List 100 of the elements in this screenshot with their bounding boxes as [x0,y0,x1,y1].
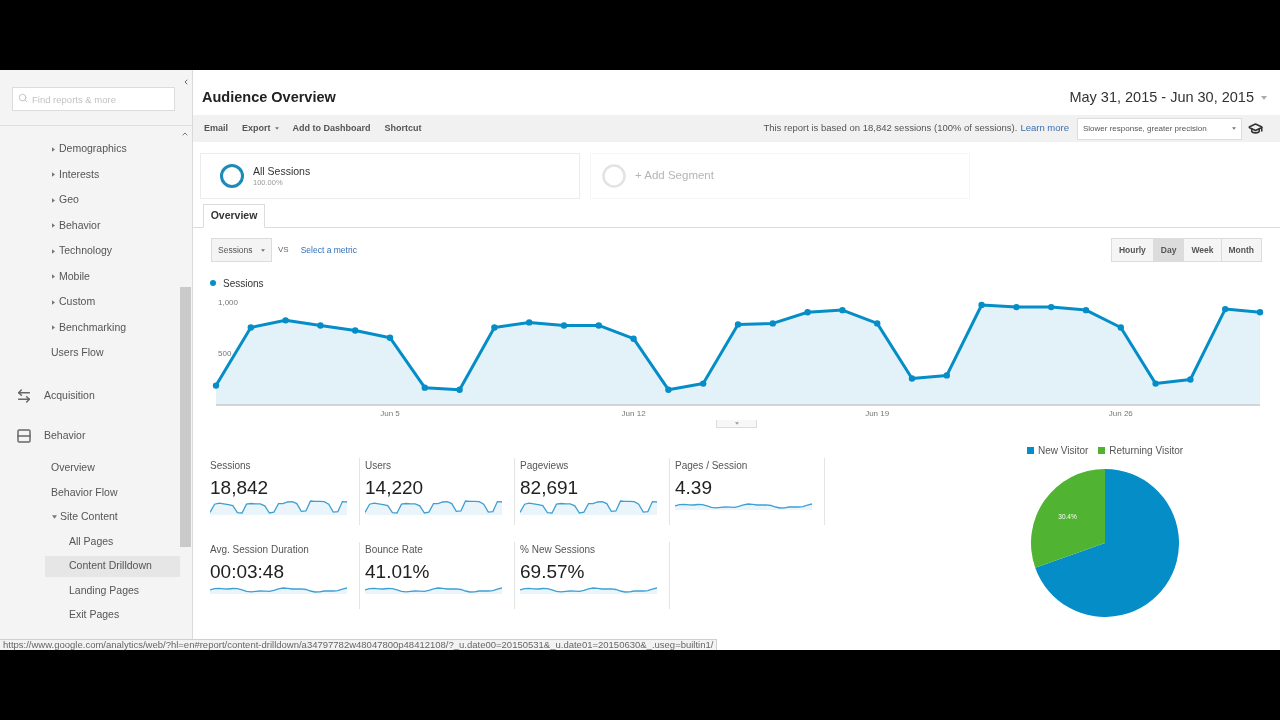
nav-item[interactable]: Geo [52,192,79,209]
scrollbar-thumb[interactable] [180,287,191,547]
pie-slice[interactable] [1035,469,1179,617]
nav-item[interactable]: Interests [52,166,100,183]
legend-label: New Visitor [1037,443,1089,458]
nav-item[interactable]: Landing Pages [69,580,140,602]
nav-item[interactable]: Behavior [52,217,101,234]
select-metric-link[interactable]: Select a metric [300,243,357,257]
caret-icon [1232,127,1236,130]
toolbar-button[interactable]: Add to Dashboard [292,121,371,136]
axis-label: Jun 5 [380,409,400,418]
data-point[interactable] [1117,324,1124,331]
data-point[interactable] [282,317,289,324]
legend-label: Returning Visitor [1109,443,1184,458]
data-point[interactable] [317,322,324,329]
data-point[interactable] [1222,305,1229,313]
add-segment-label: + Add Segment [635,168,714,184]
data-point[interactable] [247,324,254,331]
nav-item[interactable]: Mobile [52,268,90,285]
metric-value: 18,842 [210,477,270,499]
data-point[interactable] [526,319,533,326]
data-point[interactable] [908,375,916,382]
arrows-icon [16,388,32,404]
nav-item[interactable]: Custom [52,294,96,311]
segment-ring-icon [220,164,244,188]
interval-button[interactable]: Week [1183,238,1222,262]
data-point[interactable] [700,380,707,387]
data-point[interactable] [630,335,637,342]
data-point[interactable] [665,386,672,393]
panel-icon [16,428,32,444]
metric-label: % New Sessions [520,544,597,556]
legend-label: Sessions [223,276,264,291]
nav-item[interactable]: Site Content [52,509,118,526]
data-point[interactable] [1152,380,1159,387]
graduation-cap-icon[interactable] [1248,121,1263,136]
data-point[interactable] [769,320,776,327]
collapse-icon[interactable] [182,78,190,86]
interval-button[interactable]: Month [1220,238,1262,262]
metric-value: 00:03:48 [210,561,285,583]
nav-item[interactable]: Content Drilldown [45,555,180,577]
nav-item[interactable]: Behavior Flow [51,482,118,504]
nav-item[interactable]: Overview [51,457,95,479]
data-point[interactable] [804,309,811,316]
axis-label: 500 [218,349,232,358]
metric-label: Sessions [210,460,252,472]
metric-value: 4.39 [675,477,713,499]
data-point[interactable] [1082,306,1090,314]
nav-item[interactable]: All Pages [69,531,114,553]
axis-label: Jun 26 [1108,409,1133,418]
toolbar-button[interactable]: Email [204,121,228,136]
metric-dropdown[interactable]: Sessions [211,238,272,262]
data-point[interactable] [874,320,881,327]
data-point[interactable] [386,334,394,341]
data-point[interactable] [212,382,220,389]
nav-item[interactable]: Exit Pages [69,604,120,626]
metric-label: Pageviews [520,460,570,472]
nav-section[interactable]: Acquisition [16,388,95,404]
metric-label: Avg. Session Duration [210,544,310,556]
data-point[interactable] [943,372,950,379]
data-point[interactable] [839,306,846,314]
nav-item[interactable]: Demographics [52,141,127,158]
toolbar-button[interactable]: Export [242,121,279,136]
precision-dropdown[interactable]: Slower response, greater precision [1077,117,1242,140]
data-point[interactable] [1187,376,1194,383]
data-point[interactable] [978,301,985,309]
page-title: Audience Overview [202,87,336,107]
metric-value: 41.01% [365,561,431,583]
learn-more-link[interactable]: Learn more [1020,121,1069,136]
metric-value: 82,691 [520,477,580,499]
caret-icon [261,248,265,252]
data-point[interactable] [734,321,742,328]
tab[interactable]: Overview [203,204,265,228]
metric-value: 69.57% [520,561,586,583]
scroll-up-icon[interactable] [181,130,189,138]
data-point[interactable] [352,327,359,334]
chart-expand-handle[interactable] [716,420,757,428]
metric-label: Pages / Session [675,460,749,472]
data-point[interactable] [560,322,568,329]
data-point[interactable] [421,384,428,391]
interval-button[interactable]: Hourly [1110,238,1154,262]
axis-label: Jun 12 [621,409,646,418]
data-point[interactable] [1048,303,1055,311]
nav-item[interactable]: Users Flow [51,342,104,364]
data-point[interactable] [1013,303,1020,311]
data-point[interactable] [456,386,463,393]
caret-icon [1261,95,1267,100]
date-range-picker[interactable]: May 31, 2015 - Jun 30, 2015 [1069,86,1267,109]
nav-item[interactable]: Technology [52,243,113,260]
nav-section[interactable]: Behavior [16,428,86,444]
toolbar-button[interactable]: Shortcut [384,121,422,136]
caret-icon [734,422,739,425]
data-point[interactable] [491,324,498,331]
nav-item[interactable]: Benchmarking [52,319,127,336]
data-point[interactable] [1256,309,1264,316]
segment-name: All Sessions [253,164,311,178]
metric-label: Users [365,460,393,472]
interval-button[interactable]: Day [1152,238,1185,262]
pie-slice[interactable] [1031,469,1105,568]
data-point[interactable] [595,322,602,329]
metric-label: Bounce Rate [365,544,424,556]
